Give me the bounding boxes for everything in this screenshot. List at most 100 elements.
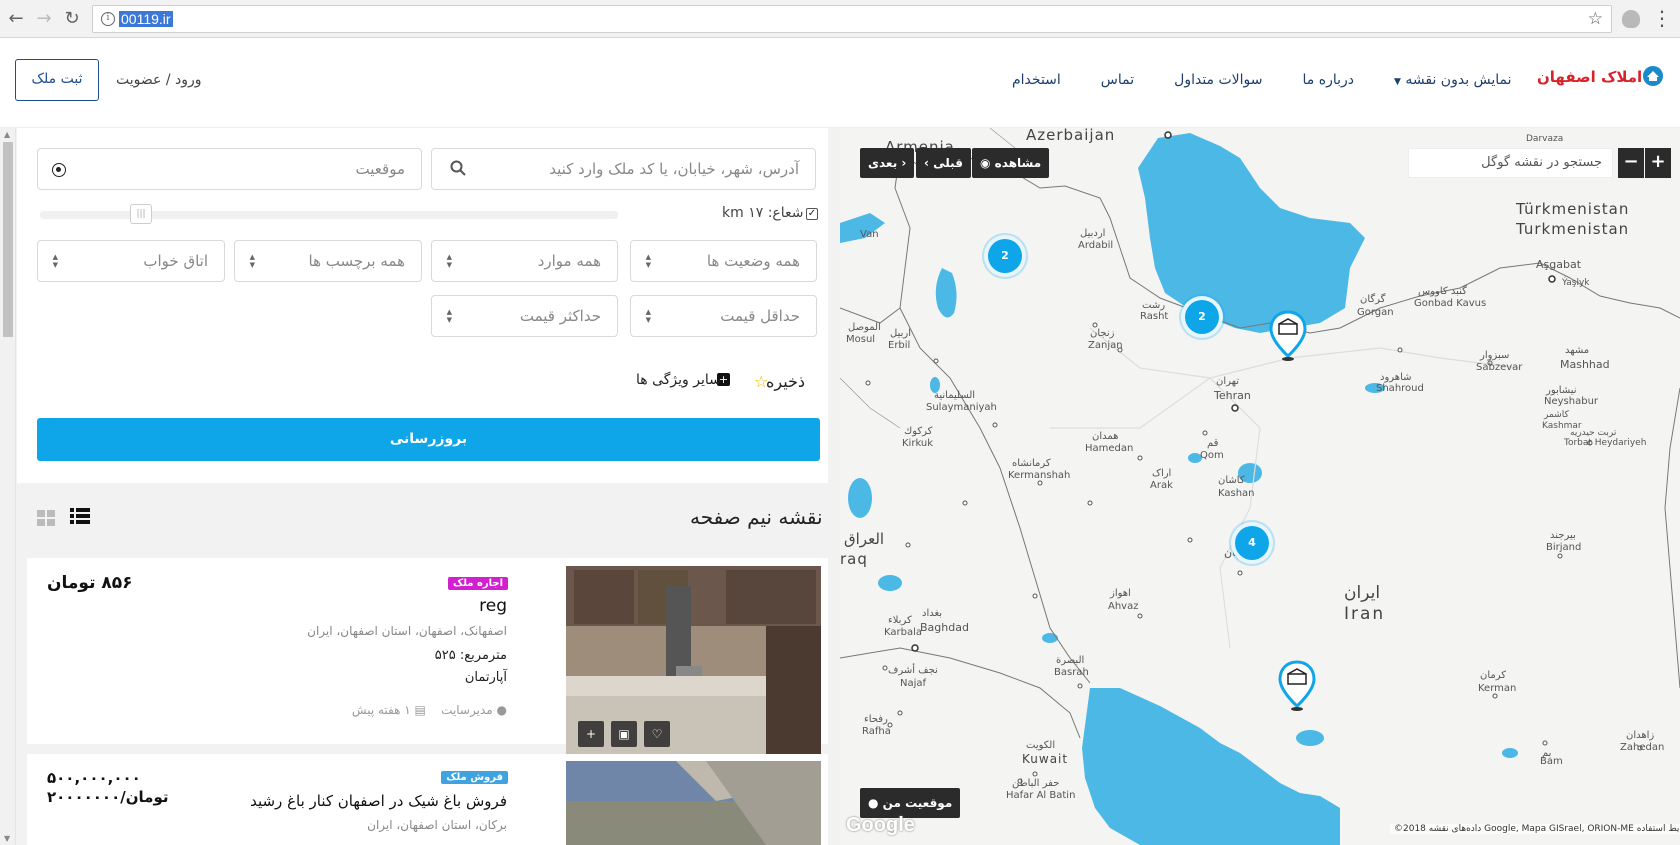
map-label: قم	[1207, 438, 1219, 449]
nav-contact[interactable]: تماس	[1101, 72, 1134, 88]
update-button[interactable]: بروزرسانی	[37, 418, 820, 461]
camera-icon[interactable]: ▣	[611, 721, 637, 747]
map-cluster[interactable]: 2	[984, 235, 1026, 277]
map-label: Hafar Al Batin	[1006, 790, 1076, 801]
property-photo[interactable]	[566, 761, 821, 845]
next-label: بعدی	[868, 156, 898, 170]
main-nav: نمایش بدون نقشه ▼ درباره ما سوالات متداو…	[1012, 72, 1512, 88]
map-cluster[interactable]: 2	[1181, 296, 1223, 338]
min-price-select[interactable]: حداقل قیمت ▲ ▼	[630, 295, 817, 337]
back-icon[interactable]: ←	[6, 9, 26, 29]
property-card[interactable]: + ▣ ♡ اجاره ملک reg اصفهانک، اصفهان، است…	[27, 558, 828, 759]
map-label: Gorgan	[1357, 307, 1394, 318]
nav-faq[interactable]: سوالات متداول	[1174, 72, 1262, 88]
property-date: ۱ هفته پیش	[351, 703, 411, 717]
listing-title: نقشه نیم صفحه	[690, 505, 823, 529]
more-features-link[interactable]: سایر ویژگی ها	[636, 372, 721, 388]
radius-slider-handle[interactable]: |||	[130, 204, 152, 224]
search-input[interactable]: آدرس، شهر، خیابان، یا کد ملک وارد کنید	[431, 148, 816, 190]
radius-slider[interactable]	[40, 211, 618, 219]
prev-label: قبلی	[933, 156, 963, 170]
reload-icon[interactable]: ↻	[62, 9, 82, 29]
map-cluster[interactable]: 4	[1231, 522, 1273, 564]
map-label: اردبیل	[1080, 228, 1106, 239]
property-card[interactable]: فروش ملک فروش باغ شیک در اصفهان کنار باغ…	[27, 754, 828, 845]
map-attribution[interactable]: ©2018 داده‌های نقشه Google, Mapa GISrael…	[1390, 824, 1680, 834]
map-label: Erbil	[888, 340, 911, 351]
map-next-button[interactable]: بعدی ›	[860, 148, 915, 178]
map-label: Rafha	[862, 726, 891, 737]
login-link[interactable]: ورود / عضویت	[116, 72, 202, 88]
property-footer: ● مدیرسایت ▤ ۱ هفته پیش	[352, 703, 507, 717]
type-select[interactable]: همه موارد ▲ ▼	[431, 240, 618, 282]
bedrooms-select[interactable]: اتاق خواب ▲ ▼	[37, 240, 225, 282]
map-label: Kerman	[1478, 683, 1517, 694]
map-pin-icon[interactable]	[1278, 660, 1316, 712]
map-label: بیرجند	[1550, 530, 1576, 541]
map-label: Mashhad	[1560, 358, 1610, 371]
property-photo[interactable]: + ▣ ♡	[566, 566, 821, 759]
map-label: حفر الباطن	[1012, 778, 1060, 789]
scroll-down-icon[interactable]: ▼	[4, 834, 10, 843]
map-label: Azerbaijan	[1026, 128, 1116, 144]
nav-show-without-map[interactable]: نمایش بدون نقشه ▼	[1394, 72, 1512, 88]
address-bar[interactable]: i 00119.ir ☆	[92, 5, 1612, 33]
map-label: Tehran	[1214, 389, 1251, 402]
map-label: بغداد	[922, 608, 943, 619]
logo-house-icon	[1643, 66, 1663, 86]
map-search-input[interactable]: جستجو در نقشه گوگل	[1408, 148, 1613, 178]
bookmark-star-icon[interactable]: ☆	[1588, 9, 1603, 29]
calendar-icon: ▤	[414, 703, 426, 717]
browser-menu-icon[interactable]: ⋮	[1652, 6, 1672, 30]
map-label: Shahroud	[1376, 383, 1424, 394]
map-label: Iran	[1344, 604, 1386, 624]
favorite-heart-icon[interactable]: ♡	[644, 721, 670, 747]
property-title[interactable]: فروش باغ شیک در اصفهان کنار باغ رشید	[250, 792, 507, 810]
save-search-link[interactable]: ذخیره	[766, 372, 805, 391]
site-logo[interactable]: املاک اصفهان	[1537, 68, 1642, 86]
map-label: الکویت	[1026, 740, 1056, 751]
scroll-up-icon[interactable]: ▲	[4, 130, 10, 139]
map-pin-icon[interactable]	[1269, 310, 1307, 362]
forward-icon[interactable]: →	[34, 9, 54, 29]
zoom-out-button[interactable]: −	[1618, 148, 1644, 178]
scrollbar-thumb[interactable]	[3, 142, 13, 337]
info-icon[interactable]: i	[101, 12, 115, 26]
location-input[interactable]: موقعیت	[37, 148, 422, 190]
map-marker-icon: ●	[868, 796, 879, 810]
bedrooms-value: اتاق خواب	[143, 252, 208, 270]
map-prev-button[interactable]: ‹ قبلی	[916, 148, 971, 178]
nav-about[interactable]: درباره ما	[1303, 72, 1354, 88]
left-scrollbar[interactable]: ▲ ▼	[0, 128, 16, 845]
map-label: سبزوار	[1480, 350, 1510, 361]
register-property-button[interactable]: ثبت ملک	[15, 59, 99, 101]
property-price-line1: ۵۰۰,۰۰۰,۰۰۰	[47, 769, 141, 787]
status-select[interactable]: همه وضعیت ها ▲ ▼	[630, 240, 817, 282]
property-title[interactable]: reg	[479, 596, 507, 616]
extension-icon[interactable]	[1622, 10, 1640, 28]
add-compare-icon[interactable]: +	[578, 721, 604, 747]
grid-view-icon[interactable]	[37, 510, 55, 526]
nav-jobs[interactable]: استخدام	[1012, 72, 1061, 88]
map-label: Van	[860, 229, 879, 240]
zoom-in-button[interactable]: +	[1645, 148, 1671, 178]
star-icon: ☆	[754, 372, 769, 391]
map-label: السليمانية	[934, 390, 976, 401]
search-placeholder: آدرس، شهر، خیابان، یا کد ملک وارد کنید	[549, 160, 799, 178]
map-label: نیشابور	[1546, 385, 1577, 396]
eye-icon: ◉	[980, 156, 991, 170]
map-label: كربلاء	[888, 615, 912, 626]
map-view-button[interactable]: ◉ مشاهده	[972, 148, 1050, 178]
tags-select[interactable]: همه برچسب ها ▲ ▼	[234, 240, 422, 282]
map-label: Karbala	[884, 627, 923, 638]
map-label: رفحاء	[864, 714, 888, 725]
select-arrows-icon: ▲ ▼	[249, 253, 255, 269]
list-view-icon[interactable]	[70, 508, 90, 524]
radius-checkbox[interactable]: ✓	[806, 208, 818, 220]
map-panel[interactable]: Azerbaijan Armenia Türkmenistan Turkmeni…	[840, 128, 1680, 845]
max-price-select[interactable]: حداکثر قیمت ▲ ▼	[431, 295, 618, 337]
caret-down-icon: ▼	[1394, 77, 1401, 87]
tags-value: همه برچسب ها	[308, 252, 405, 270]
locate-icon[interactable]	[52, 163, 66, 177]
map-label: Darvaza	[1526, 134, 1564, 144]
